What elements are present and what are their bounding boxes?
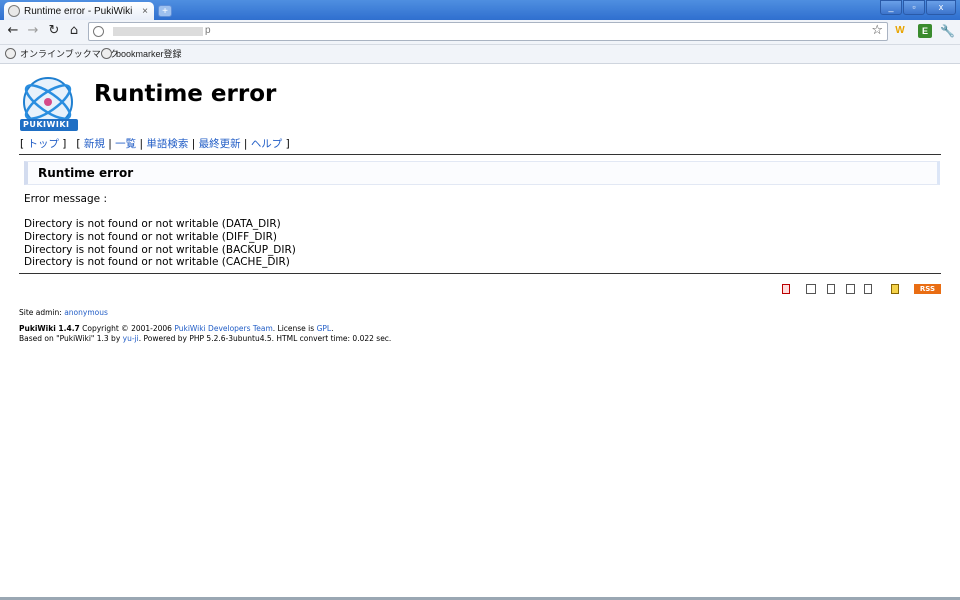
edit-page-icon[interactable] [782,284,790,294]
tab-close-icon[interactable]: × [140,6,150,17]
license-suffix: . [331,324,334,333]
rss-button[interactable]: RSS [914,284,941,294]
error-line: Directory is not found or not writable (… [24,256,290,269]
dev-team-link[interactable]: PukiWiki Developers Team [174,324,272,333]
w-extension-icon[interactable]: W [893,24,907,38]
nav-separator: | [243,138,248,150]
site-admin-line: Site admin: anonymous [19,308,108,317]
based-on-text: Based on "PukiWiki" 1.3 by [19,334,123,343]
page-info-icon[interactable] [93,26,104,37]
home-icon[interactable]: ⌂ [66,23,82,39]
copyright-line: PukiWiki 1.4.7 Copyright © 2001-2006 Puk… [19,324,333,333]
page-title: Runtime error [94,81,277,107]
tab-title: Runtime error - PukiWiki [24,5,133,17]
copy-page-icon[interactable] [827,284,835,294]
error-line: Directory is not found or not writable (… [24,230,277,243]
based-on-line: Based on "PukiWiki" 1.3 by yu-ji. Powere… [19,334,391,343]
minimize-button[interactable]: _ [880,0,902,15]
nav-link-top[interactable]: トップ [27,138,59,150]
url-text[interactable]: p [205,25,211,36]
backup-page-icon[interactable] [864,284,872,294]
globe-icon [8,5,20,17]
powered-by-text: . Powered by PHP 5.2.6-3ubuntu4.5. HTML … [138,334,392,343]
window-titlebar: Runtime error - PukiWiki × + _ ▫ x [0,0,960,20]
error-line: Directory is not found or not writable (… [24,218,281,230]
nav-link-search[interactable]: 単語検索 [146,138,188,150]
pukiwiki-logo[interactable]: PUKIWIKI [20,74,80,132]
bottom-divider [19,273,941,274]
reload-icon[interactable]: ↻ [46,23,62,39]
nav-bracket: ] [285,138,290,150]
author-link[interactable]: yu-ji [123,334,139,343]
bookmark-label: bookmarker登録 [116,49,182,59]
globe-icon [101,48,112,59]
logo-text: PUKIWIKI [23,120,70,129]
nav-link-new[interactable]: 新規 [84,138,105,150]
bookmarks-bar: オンラインブックマーク bookmarker登録 [0,45,960,64]
maximize-button[interactable]: ▫ [903,0,925,15]
wiki-nav-bar: [ トップ ] [ 新規 | 一覧 | 単語検索 | 最終更新 | ヘルプ ] [20,136,290,151]
error-heading: Runtime error [38,166,134,180]
blurred-url-region [113,27,203,36]
close-window-button[interactable]: x [926,0,956,15]
new-tab-button[interactable]: + [158,5,172,17]
error-message-label: Error message : [24,193,107,205]
product-name: PukiWiki 1.4.7 [19,324,80,333]
site-admin-label: Site admin: [19,308,65,317]
license-link[interactable]: GPL [317,324,332,333]
nav-separator: | [108,138,112,150]
copyright-text: Copyright © 2001-2006 [79,324,175,333]
nav-link-list[interactable]: 一覧 [115,138,136,150]
site-admin-link[interactable]: anonymous [64,308,108,317]
wrench-icon[interactable]: 🔧 [940,24,955,38]
nav-link-recent[interactable]: 最終更新 [199,138,241,150]
license-text: . License is [272,324,317,333]
forward-arrow-icon[interactable]: → [25,23,41,39]
evernote-extension-icon[interactable]: E [918,24,932,38]
back-arrow-icon[interactable]: ← [5,23,21,39]
browser-tab[interactable]: Runtime error - PukiWiki × [4,2,154,20]
search-page-icon[interactable] [846,284,855,294]
help-page-icon[interactable] [891,284,899,294]
star-icon[interactable]: ☆ [871,23,883,38]
nav-bracket: ] [62,138,67,150]
top-divider [19,154,941,155]
nav-bracket: [ [76,138,81,150]
globe-icon [5,48,16,59]
nav-separator: | [139,138,143,150]
bookmark-bookmarker[interactable]: bookmarker登録 [101,47,182,60]
error-list: Directory is not found or not writable (… [24,218,296,269]
address-bar[interactable]: p ☆ [88,22,888,41]
browser-toolbar: ← → ↻ ⌂ p ☆ W E 🔧 [0,20,960,45]
nav-separator: | [191,138,196,150]
nav-link-help[interactable]: ヘルプ [251,138,283,150]
nav-bracket: [ [20,138,25,150]
error-line: Directory is not found or not writable (… [24,243,296,256]
error-heading-box: Runtime error [24,161,940,185]
new-page-icon[interactable] [806,284,816,294]
